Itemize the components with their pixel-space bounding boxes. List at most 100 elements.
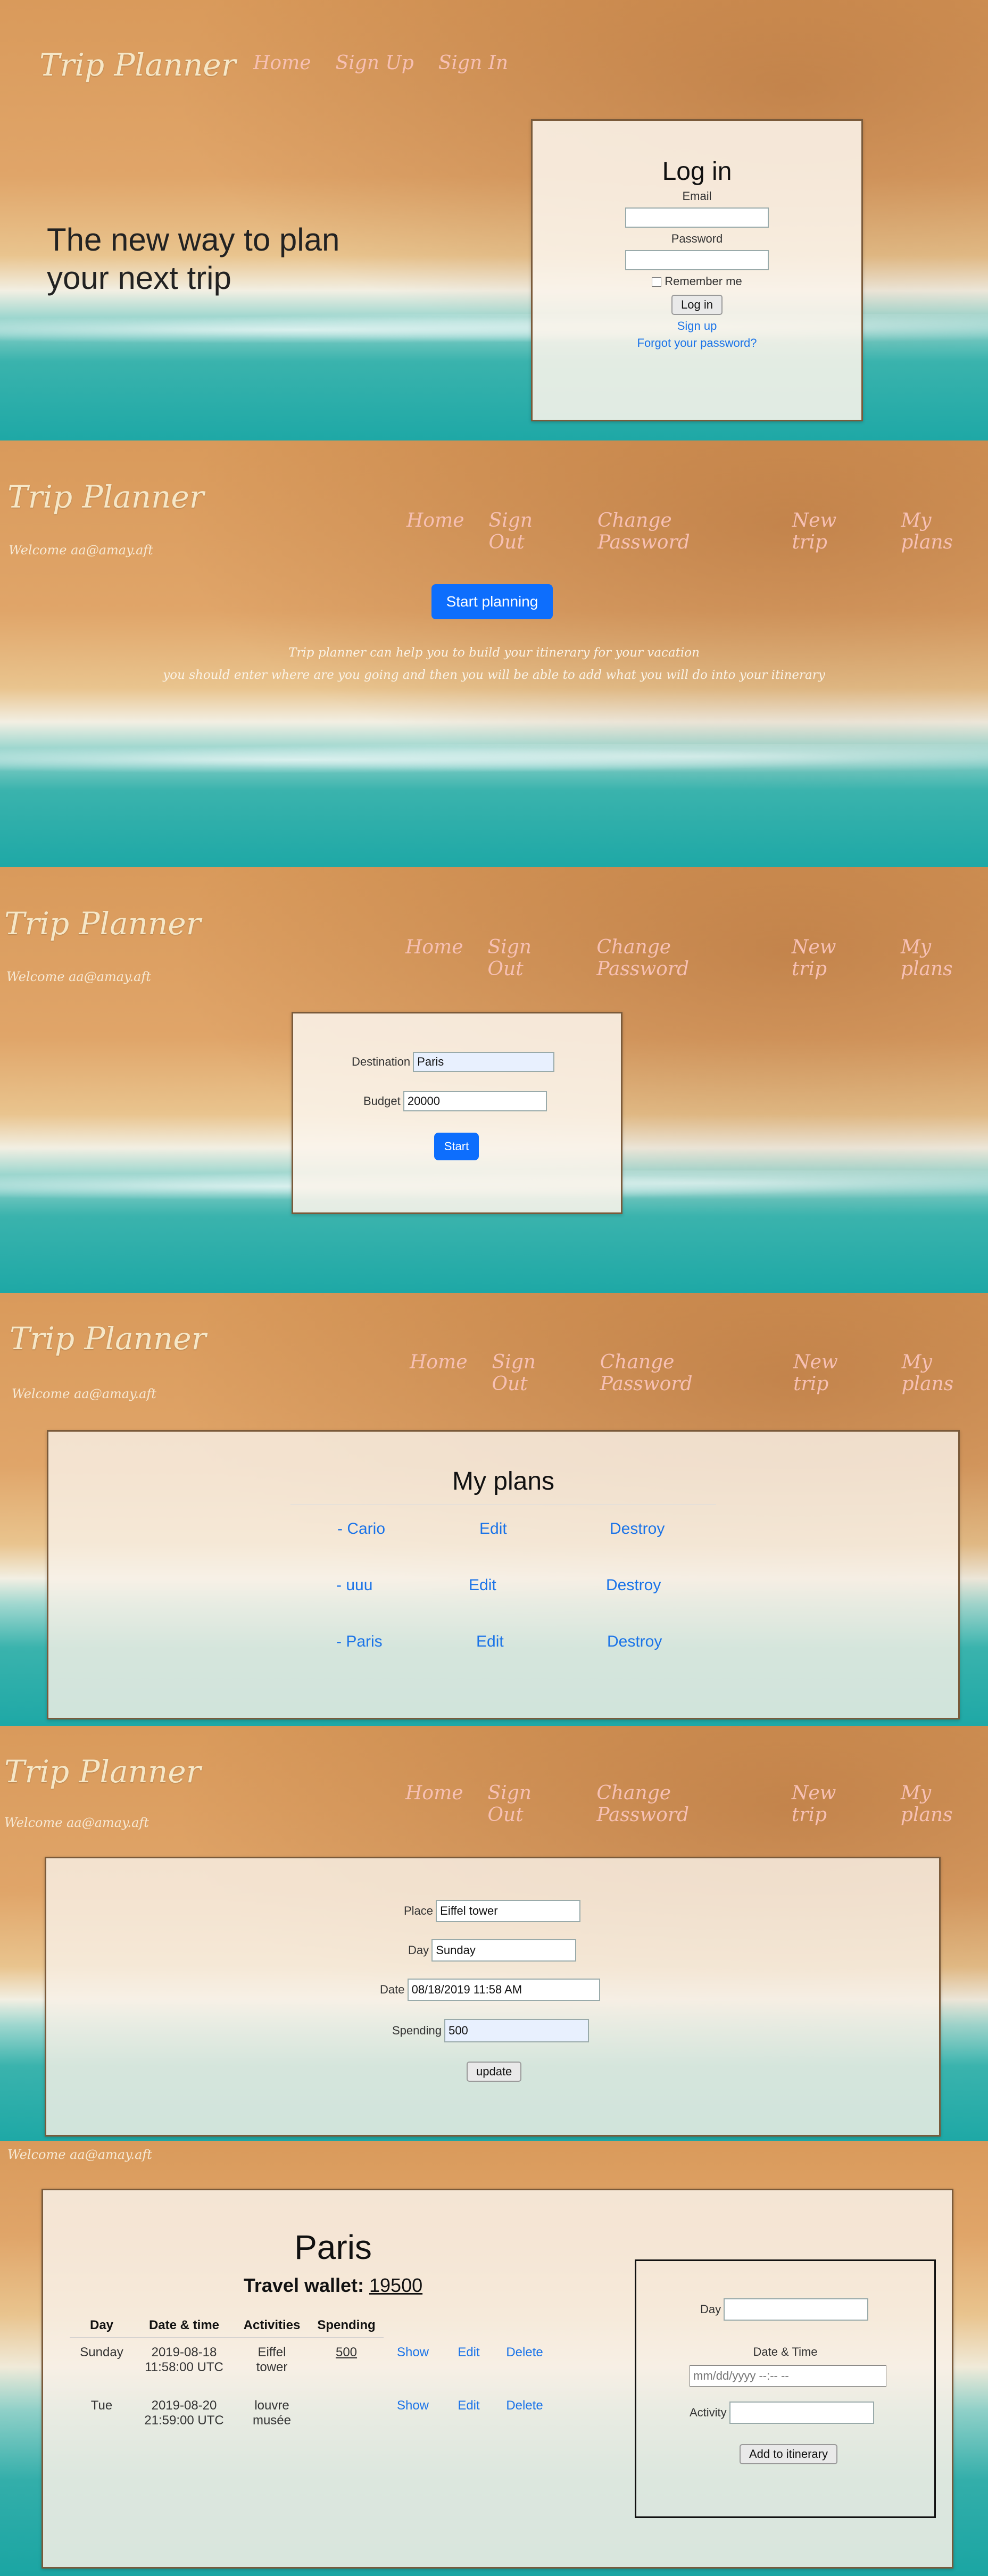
plan-destroy-link[interactable]: Destroy [606,1576,661,1594]
start-button[interactable]: Start [434,1133,479,1160]
budget-input[interactable] [403,1091,547,1111]
delete-link[interactable]: Delete [495,2338,554,2391]
cell-activity-line-1: Eiffel [258,2345,286,2359]
header-show-spacer [384,2314,442,2338]
add-datetime-label: Date & Time [753,2345,818,2358]
brand-logo[interactable]: Trip Planner [4,1754,201,1790]
nav-home[interactable]: Home [405,936,463,980]
table-row: Sunday 2019-08-18 11:58:00 UTC Eiffel towe… [70,2338,554,2391]
cell-activity-line-1: louvre [254,2398,289,2413]
cell-day: Sunday [80,2345,123,2359]
plan-name[interactable]: - uuu [336,1576,372,1594]
my-plans-card: My plans - Cario Edit Destroy - uuu Edit… [47,1430,960,1719]
edit-activity-section: Trip Planner Home Sign Out Change Passwo… [0,1726,988,2141]
show-link[interactable]: Show [384,2391,442,2444]
update-button[interactable]: update [467,2062,522,2082]
forgot-password-link[interactable]: Forgot your password? [533,336,861,350]
cell-date: 2019-08-20 [151,2398,217,2413]
plan-destroy-link[interactable]: Destroy [610,1520,665,1538]
nav-sign-out[interactable]: Sign Out [488,1782,572,1826]
header-edit-spacer [442,2314,495,2338]
travel-wallet: Travel wallet: 19500 [43,2274,623,2297]
plan-edit-link[interactable]: Edit [476,1633,504,1651]
plan-name[interactable]: - Paris [336,1633,383,1651]
nav-sign-out[interactable]: Sign Out [492,1351,576,1395]
remember-checkbox[interactable] [652,277,662,287]
delete-link[interactable]: Delete [495,2391,554,2444]
nav-home[interactable]: Home [406,510,464,553]
login-card: Log in Email Password Remember me Log in… [531,119,863,421]
spending-label: Spending [392,2024,442,2037]
plan-name[interactable]: - Cario [337,1520,385,1538]
plan-destroy-link[interactable]: Destroy [607,1633,662,1651]
nav-change-password[interactable]: Change Password [596,1782,767,1826]
add-activity-label: Activity [690,2406,727,2419]
place-input[interactable] [436,1900,581,1922]
add-activity-row: Activity [690,2402,874,2424]
welcome-text: Welcome aa@amay.aft [12,1386,156,1401]
brand-logo[interactable]: Trip Planner [4,905,201,942]
nav-sign-in[interactable]: Sign In [438,52,508,74]
add-day-input[interactable] [724,2298,869,2321]
nav-my-plans[interactable]: My plans [901,936,988,980]
nav-new-trip[interactable]: New trip [792,936,876,980]
cell-time: 11:58:00 UTC [145,2360,223,2374]
welcome-text: Welcome aa@amay.aft [7,2147,152,2162]
budget-label: Budget [363,1094,401,1108]
add-day-label: Day [700,2303,721,2316]
cell-spending [309,2391,384,2444]
table-row: Tue 2019-08-20 21:59:00 UTC louvre musée S… [70,2391,554,2444]
nav-new-trip[interactable]: New trip [792,510,877,553]
nav-new-trip[interactable]: New trip [793,1351,877,1395]
add-activity-input[interactable] [729,2402,874,2424]
nav-my-plans[interactable]: My plans [901,1782,988,1826]
show-link[interactable]: Show [384,2338,442,2391]
top-nav: Home Sign Out Change Password New trip M… [405,1782,988,1826]
edit-link[interactable]: Edit [442,2338,495,2391]
plan-edit-link[interactable]: Edit [479,1520,507,1538]
trip-title: Paris [294,2228,372,2266]
header-spending: Spending [309,2314,384,2338]
itinerary-card: Paris Travel wallet: 19500 Day Date & ti… [41,2189,953,2569]
wallet-value: 19500 [369,2274,423,2296]
brand-logo[interactable]: Trip Planner [10,1320,206,1357]
destination-label: Destination [352,1055,411,1068]
day-input[interactable] [431,1939,577,1962]
itinerary-section: Welcome aa@amay.aft Paris Travel wallet:… [0,2141,988,2576]
cell-activity: Eiffel tower [235,2338,309,2391]
email-input[interactable] [625,207,769,228]
plan-edit-link[interactable]: Edit [469,1576,496,1594]
nav-change-password[interactable]: Change Password [597,510,768,553]
nav-sign-up[interactable]: Sign Up [336,52,414,74]
nav-change-password[interactable]: Change Password [596,936,767,980]
nav-change-password[interactable]: Change Password [600,1351,769,1395]
cell-date: 2019-08-18 [151,2345,217,2359]
nav-home[interactable]: Home [253,52,311,74]
brand-logo[interactable]: Trip Planner [39,47,236,83]
landing-section: Trip Planner Home Sign Up Sign In The ne… [0,0,988,441]
nav-home[interactable]: Home [410,1351,468,1395]
spending-input[interactable] [444,2019,590,2042]
edit-link[interactable]: Edit [442,2391,495,2444]
nav-sign-out[interactable]: Sign Out [489,510,573,553]
add-datetime-input[interactable] [690,2365,886,2387]
nav-my-plans[interactable]: My plans [901,510,988,553]
password-label: Password [671,232,723,245]
email-label: Email [682,189,712,203]
password-input[interactable] [625,250,769,270]
top-nav: Home Sign Out Change Password New trip M… [405,936,988,980]
header-date-time: Date & time [134,2314,235,2338]
start-planning-button[interactable]: Start planning [431,584,553,619]
sign-up-link[interactable]: Sign up [533,319,861,333]
destination-input[interactable] [413,1052,555,1072]
login-button[interactable]: Log in [671,295,723,315]
date-label: Date [380,1983,405,1996]
brand-logo[interactable]: Trip Planner [7,479,204,515]
add-to-itinerary-button[interactable]: Add to itinerary [740,2444,837,2464]
hero-line-1: The new way to plan [47,222,340,257]
nav-my-plans[interactable]: My plans [902,1351,988,1395]
nav-new-trip[interactable]: New trip [792,1782,876,1826]
nav-home[interactable]: Home [405,1782,463,1826]
nav-sign-out[interactable]: Sign Out [488,936,572,980]
date-input[interactable] [407,1979,600,2001]
